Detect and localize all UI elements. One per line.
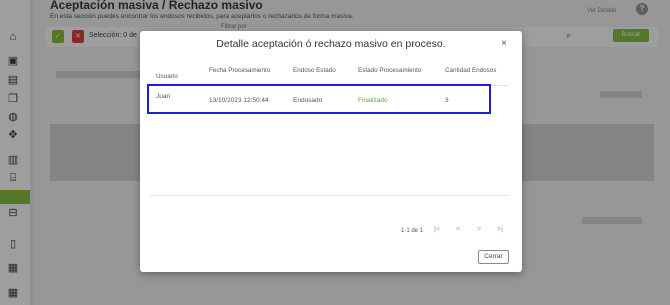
next-page-icon[interactable]: > bbox=[474, 226, 484, 233]
table-header: Usuario Fecha Procesamiento Endoso Estad… bbox=[150, 64, 508, 86]
first-page-icon[interactable]: |< bbox=[432, 226, 442, 233]
last-page-icon[interactable]: >| bbox=[495, 226, 505, 233]
column-header-cantidad: Cantidad Endosos bbox=[445, 67, 497, 74]
modal-title: Detalle aceptación ó rechazo masivo en p… bbox=[216, 38, 446, 50]
cell-fecha: 13/10/2023 12:50:44 bbox=[209, 97, 269, 104]
cell-endoso: Endosado bbox=[293, 97, 323, 104]
close-button[interactable]: Cerrar bbox=[478, 250, 509, 264]
table-body: Juan 13/10/2023 12:50:44 Endosado Finali… bbox=[147, 84, 508, 196]
cell-usuario: Juan bbox=[156, 93, 171, 100]
column-header-usuario: Usuario bbox=[156, 73, 178, 80]
prev-page-icon[interactable]: < bbox=[453, 226, 463, 233]
process-table: Usuario Fecha Procesamiento Endoso Estad… bbox=[147, 64, 508, 196]
table-row[interactable]: Juan 13/10/2023 12:50:44 Endosado Finali… bbox=[147, 84, 508, 116]
cell-estado: Finalizado bbox=[358, 97, 388, 104]
cell-cantidad: 3 bbox=[445, 97, 449, 104]
close-icon[interactable]: × bbox=[501, 38, 507, 49]
page-range: 1-1 de 1 bbox=[401, 228, 424, 234]
column-header-estado: Estado Procesamiento bbox=[358, 67, 422, 74]
column-header-endoso: Endoso Estado bbox=[293, 67, 336, 74]
column-header-fecha: Fecha Procesamiento bbox=[209, 67, 271, 74]
detail-modal: Detalle aceptación ó rechazo masivo en p… bbox=[140, 31, 522, 272]
pagination: 1-1 de 1 |< < > >| bbox=[140, 226, 522, 238]
